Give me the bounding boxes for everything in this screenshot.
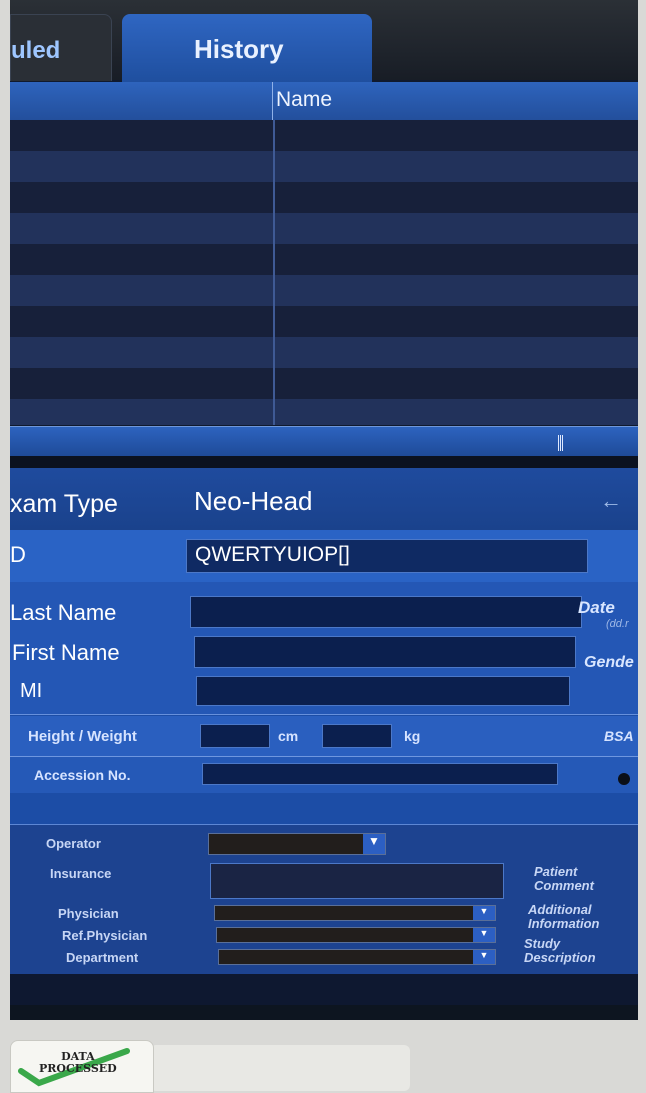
gender-label: Gende [584,654,634,671]
physician-label: Physician [58,906,119,921]
accession-row: Accession No. [10,757,638,793]
bottom-toolbar [10,974,638,1005]
tab-history-label: History [194,34,284,64]
tab-scheduled-label: uled [11,37,61,64]
study-info-panel: Operator ▼ Insurance Physician ▼ Ref.Phy… [10,824,638,975]
table-row[interactable] [10,244,638,275]
height-field[interactable] [200,724,270,748]
last-name-field[interactable] [190,596,582,628]
weight-unit: kg [404,728,421,744]
operator-label: Operator [46,836,101,851]
ref-physician-label: Ref.Physician [62,928,148,943]
mi-field[interactable] [196,676,570,706]
patient-form: xam Type Neo-Head ← D QWERTYUIOP[] Last … [10,468,638,1005]
weight-field[interactable] [322,724,392,748]
last-name-label: Last Name [10,600,117,625]
date-of-birth-label: Date [578,598,615,617]
insurance-label: Insurance [50,866,112,881]
first-name-field[interactable] [194,636,576,668]
keyboard-shelf [150,1045,410,1091]
patient-id-field[interactable]: QWERTYUIOP[] [186,539,588,573]
column-divider [273,120,275,425]
scrollbar-grip-icon[interactable] [558,435,564,451]
patient-comment-label: Patient Comment [534,864,594,893]
table-row[interactable] [10,399,638,425]
worklist-table [10,120,638,425]
patient-name-block: Last Name First Name MI Date (dd.r Gende [10,582,638,715]
chevron-down-icon[interactable]: ▼ [473,928,495,942]
additional-information-label: Additional Information [528,902,600,931]
column-divider [272,82,273,120]
accession-field[interactable] [202,763,558,785]
sticker-text: DATA PROCESSED [39,1051,117,1075]
panel-separator [10,456,638,468]
horizontal-scrollbar[interactable] [10,426,638,457]
physician-dropdown[interactable]: ▼ [214,905,496,921]
worklist-header: Name [10,82,638,121]
table-row[interactable] [10,120,638,151]
patient-id-row: D QWERTYUIOP[] [10,530,638,583]
chevron-down-icon[interactable]: ▼ [363,834,385,854]
chevron-down-icon[interactable]: ▼ [473,906,495,920]
tab-history[interactable]: History [122,14,372,82]
height-weight-label: Height / Weight [28,728,137,745]
sticker-line-2: PROCESSED [39,1062,117,1075]
column-header-name[interactable]: Name [276,88,332,112]
table-row[interactable] [10,306,638,337]
height-unit: cm [278,728,299,744]
arrow-left-icon[interactable]: ← [600,488,622,514]
monitor-bezel: uled History Name xam Type Neo-Head ← D … [10,0,638,1020]
bsa-label: BSA [604,728,634,744]
tab-scheduled[interactable]: uled [10,14,112,81]
ultrasound-screen: uled History Name xam Type Neo-Head ← D … [10,0,638,1005]
table-row[interactable] [10,337,638,368]
first-name-label: First Name [12,640,120,665]
department-dropdown[interactable]: ▼ [218,949,496,965]
patient-id-label: D [10,542,26,567]
data-processed-sticker: DATA PROCESSED [10,1040,154,1093]
exam-type-value[interactable]: Neo-Head [194,486,313,517]
table-row[interactable] [10,151,638,182]
table-row[interactable] [10,182,638,213]
insurance-field[interactable] [210,863,504,899]
tab-bar: uled History [10,0,638,82]
department-label: Department [66,950,139,965]
operator-dropdown[interactable]: ▼ [208,833,386,855]
height-weight-row: Height / Weight cm kg BSA [10,716,638,757]
date-format-hint: (dd.r [606,618,629,630]
exam-type-label: xam Type [10,490,118,518]
mi-label: MI [20,680,43,702]
status-dot-icon [618,773,630,785]
table-row[interactable] [10,213,638,244]
ref-physician-dropdown[interactable]: ▼ [216,927,496,943]
table-row[interactable] [10,275,638,306]
accession-label: Accession No. [34,767,131,783]
chevron-down-icon[interactable]: ▼ [473,950,495,964]
patient-id-value: QWERTYUIOP[] [195,543,350,566]
study-description-label: Study Description [524,936,596,965]
exam-type-row: xam Type Neo-Head ← [10,468,638,531]
table-row[interactable] [10,368,638,399]
